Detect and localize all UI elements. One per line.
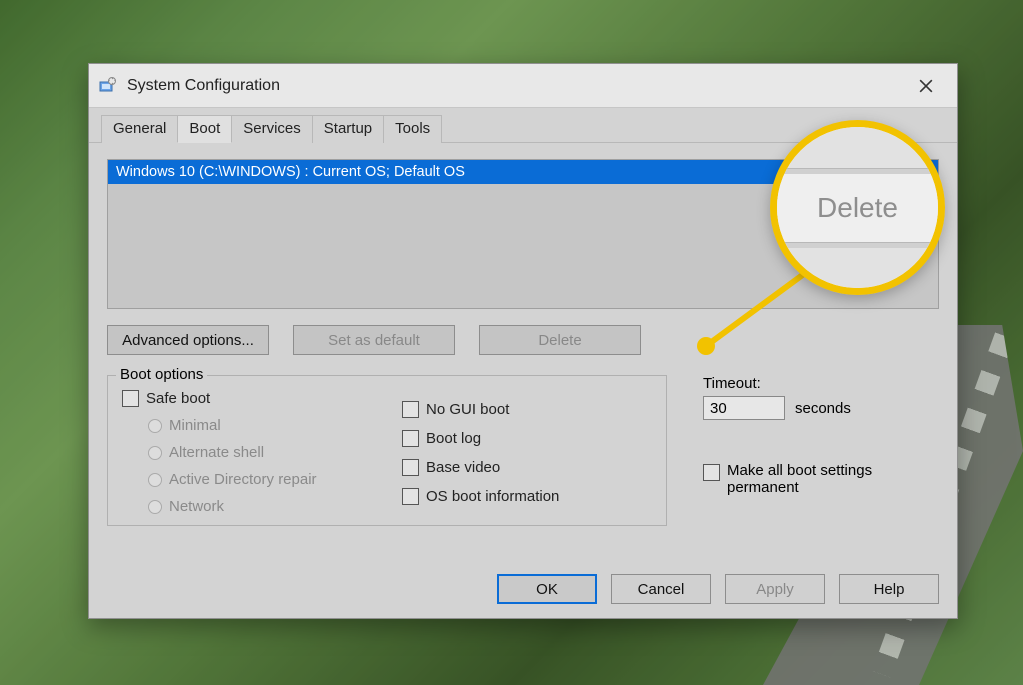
- boot-log-checkbox[interactable]: Boot log: [402, 430, 652, 447]
- radio-icon: [148, 446, 162, 460]
- timeout-panel: Timeout: seconds Make all boot settings …: [703, 375, 897, 526]
- callout-zoom-circle: Delete: [770, 120, 945, 295]
- window-title: System Configuration: [127, 77, 280, 95]
- safe-boot-checkbox[interactable]: Safe boot: [122, 390, 372, 407]
- callout-origin-dot: [697, 337, 715, 355]
- tab-tools[interactable]: Tools: [383, 115, 442, 143]
- os-list-buttons: Advanced options... Set as default Delet…: [107, 325, 939, 355]
- help-button[interactable]: Help: [839, 574, 939, 604]
- boot-options-legend: Boot options: [116, 366, 207, 383]
- no-gui-boot-label: No GUI boot: [426, 401, 509, 418]
- no-gui-boot-checkbox[interactable]: No GUI boot: [402, 401, 652, 418]
- msconfig-icon: [99, 77, 117, 95]
- timeout-label: Timeout:: [703, 375, 897, 392]
- close-button[interactable]: [903, 64, 949, 107]
- checkbox-icon: [402, 401, 419, 418]
- timeout-unit: seconds: [795, 400, 851, 417]
- titlebar: System Configuration: [89, 64, 957, 108]
- radio-icon: [148, 473, 162, 487]
- checkbox-icon: [703, 464, 720, 481]
- safe-boot-altshell-label: Alternate shell: [169, 444, 264, 461]
- timeout-input[interactable]: [703, 396, 785, 420]
- safe-boot-adrepair-label: Active Directory repair: [169, 471, 317, 488]
- checkbox-icon: [402, 488, 419, 505]
- safe-boot-network-label: Network: [169, 498, 224, 515]
- apply-button[interactable]: Apply: [725, 574, 825, 604]
- ok-button[interactable]: OK: [497, 574, 597, 604]
- callout-zoom-label: Delete: [777, 174, 938, 242]
- boot-log-label: Boot log: [426, 430, 481, 447]
- safe-boot-adrepair-radio: Active Directory repair: [148, 471, 372, 488]
- safe-boot-minimal-label: Minimal: [169, 417, 221, 434]
- safe-boot-label: Safe boot: [146, 390, 210, 407]
- dialog-button-bar: OK Cancel Apply Help: [89, 562, 957, 618]
- tab-boot[interactable]: Boot: [177, 115, 232, 143]
- tab-startup[interactable]: Startup: [312, 115, 384, 143]
- tab-general[interactable]: General: [101, 115, 178, 143]
- boot-options-row: Boot options Safe boot Minimal: [107, 375, 939, 526]
- base-video-label: Base video: [426, 459, 500, 476]
- advanced-options-button[interactable]: Advanced options...: [107, 325, 269, 355]
- make-permanent-label: Make all boot settings permanent: [727, 462, 897, 496]
- base-video-checkbox[interactable]: Base video: [402, 459, 652, 476]
- safe-boot-minimal-radio: Minimal: [148, 417, 372, 434]
- set-as-default-button[interactable]: Set as default: [293, 325, 455, 355]
- radio-icon: [148, 500, 162, 514]
- safe-boot-network-radio: Network: [148, 498, 372, 515]
- tab-services[interactable]: Services: [231, 115, 313, 143]
- radio-icon: [148, 419, 162, 433]
- checkbox-icon: [122, 390, 139, 407]
- os-boot-info-checkbox[interactable]: OS boot information: [402, 488, 652, 505]
- safe-boot-altshell-radio: Alternate shell: [148, 444, 372, 461]
- os-boot-info-label: OS boot information: [426, 488, 559, 505]
- boot-options-group: Boot options Safe boot Minimal: [107, 375, 667, 526]
- checkbox-icon: [402, 430, 419, 447]
- close-icon: [919, 79, 933, 93]
- delete-button[interactable]: Delete: [479, 325, 641, 355]
- checkbox-icon: [402, 459, 419, 476]
- make-permanent-checkbox[interactable]: Make all boot settings permanent: [703, 462, 897, 496]
- cancel-button[interactable]: Cancel: [611, 574, 711, 604]
